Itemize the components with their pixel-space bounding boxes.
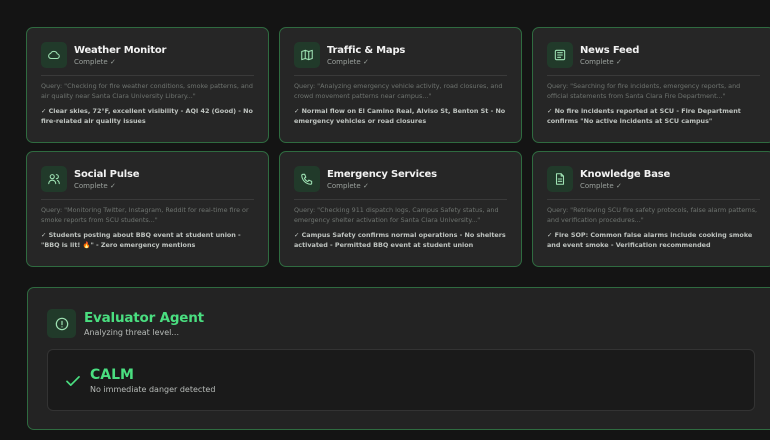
check-icon (66, 376, 80, 386)
agent-query: Query: "Analyzing emergency vehicle acti… (294, 82, 503, 100)
agent-query: Query: "Checking 911 dispatch logs, Camp… (294, 206, 499, 224)
agent-card-emergency[interactable]: Emergency Services Complete ✓ Query: "Ch… (279, 151, 522, 267)
agent-status: Complete ✓ (74, 57, 116, 66)
agent-status: Complete ✓ (74, 181, 116, 190)
divider (547, 75, 760, 76)
divider (41, 75, 254, 76)
evaluator-panel: Evaluator Agent Analyzing threat level..… (27, 287, 770, 430)
evaluator-title: Evaluator Agent (84, 309, 204, 326)
agent-result: ✓ Fire SOP: Common false alarms include … (547, 231, 753, 249)
alert-circle-icon (47, 309, 76, 338)
agent-result: ✓ Campus Safety confirms normal operatio… (294, 231, 506, 249)
agent-title: Traffic & Maps (327, 44, 406, 56)
verdict-description: No immediate danger detected (90, 385, 216, 394)
agent-query: Query: "Checking for fire weather condit… (41, 82, 253, 100)
agent-title: Weather Monitor (74, 44, 167, 56)
agent-result: ✓ No fire incidents reported at SCU - Fi… (547, 107, 741, 125)
map-icon (294, 42, 320, 68)
agent-title: Social Pulse (74, 168, 140, 180)
agent-status: Complete ✓ (580, 181, 622, 190)
agent-status: Complete ✓ (327, 181, 369, 190)
cloud-icon (41, 42, 67, 68)
agent-query: Query: "Searching for fire incidents, em… (547, 82, 741, 100)
divider (294, 199, 507, 200)
agent-result: ✓ Normal flow on El Camino Real, Alviso … (294, 107, 506, 125)
newspaper-icon (547, 42, 573, 68)
evaluator-subtitle: Analyzing threat level... (84, 327, 179, 337)
agent-card-social[interactable]: Social Pulse Complete ✓ Query: "Monitori… (26, 151, 269, 267)
agent-card-weather[interactable]: Weather Monitor Complete ✓ Query: "Check… (26, 27, 269, 143)
agent-card-news[interactable]: News Feed Complete ✓ Query: "Searching f… (532, 27, 770, 143)
document-icon (547, 166, 573, 192)
agent-title: News Feed (580, 44, 640, 56)
verdict-box: CALM No immediate danger detected (47, 349, 755, 411)
agent-query: Query: "Retrieving SCU fire safety proto… (547, 206, 758, 224)
agent-query: Query: "Monitoring Twitter, Instagram, R… (41, 206, 249, 224)
divider (294, 75, 507, 76)
agent-card-knowledge[interactable]: Knowledge Base Complete ✓ Query: "Retrie… (532, 151, 770, 267)
agent-result: ✓ Students posting about BBQ event at st… (41, 231, 241, 249)
agent-title: Knowledge Base (580, 168, 671, 180)
divider (41, 199, 254, 200)
divider (547, 199, 760, 200)
agent-title: Emergency Services (327, 168, 437, 180)
agent-status: Complete ✓ (580, 57, 622, 66)
agent-result: ✓ Clear skies, 72°F, excellent visibilit… (41, 107, 253, 125)
verdict-label: CALM (90, 367, 134, 383)
agent-status: Complete ✓ (327, 57, 369, 66)
phone-icon (294, 166, 320, 192)
agent-card-traffic[interactable]: Traffic & Maps Complete ✓ Query: "Analyz… (279, 27, 522, 143)
users-icon (41, 166, 67, 192)
